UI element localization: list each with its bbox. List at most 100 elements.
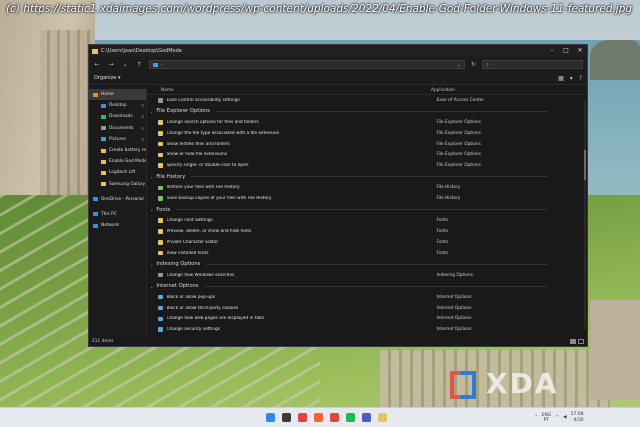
- help-icon[interactable]: ?: [579, 75, 582, 82]
- list-item[interactable]: View installed fonts Fonts: [147, 248, 577, 259]
- list-item[interactable]: Specify single- or double-click to open F…: [147, 160, 577, 171]
- list-item[interactable]: Change the file type associated with a f…: [147, 128, 577, 139]
- document-icon: [101, 126, 106, 131]
- nav-item-pictures[interactable]: Pictures ⚲: [89, 134, 146, 145]
- setting-icon: [158, 185, 163, 191]
- back-button[interactable]: ←: [93, 61, 101, 68]
- list-item[interactable]: Change Font Settings Fonts: [147, 215, 577, 226]
- up-button[interactable]: ↑: [135, 61, 143, 68]
- item-name: Ease Control accessibility settings: [166, 97, 240, 103]
- wifi-icon[interactable]: ◠: [555, 415, 559, 420]
- chevron-down-icon[interactable]: ⌄: [150, 174, 153, 179]
- store-icon[interactable]: [330, 413, 339, 422]
- scrollbar-thumb[interactable]: [584, 150, 586, 180]
- nav-item-documents[interactable]: Documents ⚲: [89, 123, 146, 134]
- list-item[interactable]: Block or allow pop-ups Internet Options: [147, 292, 577, 303]
- group-title: File Explorer Options: [156, 108, 210, 115]
- forward-button[interactable]: →: [107, 61, 115, 68]
- item-name: Show or hide file extensions: [166, 152, 227, 158]
- list-item[interactable]: Private Character Editor Fonts: [147, 237, 577, 248]
- nav-item-downloads[interactable]: Downloads ⚲: [89, 111, 146, 122]
- vivaldi-icon[interactable]: [298, 413, 307, 422]
- item-name: Change how Windows searches: [166, 272, 235, 278]
- close-button[interactable]: ✕: [573, 45, 587, 57]
- brave-icon[interactable]: [314, 413, 323, 422]
- chevron-down-icon[interactable]: ⌄: [457, 62, 461, 68]
- view-options-icon[interactable]: ▦: [558, 75, 564, 82]
- list-item[interactable]: Change how web pages are displayed in ta…: [147, 313, 577, 324]
- teams-icon[interactable]: [362, 413, 371, 422]
- search-input[interactable]: ⌕: [482, 60, 583, 69]
- group-divider: [191, 176, 547, 178]
- chevron-down-icon[interactable]: ⌄: [150, 284, 153, 289]
- recent-dropdown-button[interactable]: ⌄: [121, 61, 129, 68]
- list-item[interactable]: Ease Control accessibility settings Ease …: [147, 95, 577, 106]
- item-name: Change search options for files and fold…: [166, 119, 259, 125]
- column-name-header[interactable]: Name: [161, 88, 431, 93]
- nav-item-label: Pictures: [109, 136, 127, 142]
- group-divider: [215, 110, 547, 112]
- nav-item-network[interactable]: Network: [89, 220, 146, 231]
- item-application: Fonts: [436, 228, 449, 234]
- nav-item-samsung-galaxy-c[interactable]: Samsung Galaxy C: [89, 179, 146, 190]
- watermark-url: (c) https://static1.xdaimages.com/wordpr…: [6, 3, 633, 15]
- refresh-button[interactable]: ↻: [471, 61, 476, 68]
- item-application: File Explorer Options: [436, 119, 481, 125]
- brand-logo: XDA: [450, 367, 570, 400]
- list-item[interactable]: Show hidden files and folders File Explor…: [147, 139, 577, 150]
- clock[interactable]: 17:08 4/30: [571, 412, 584, 423]
- list-item[interactable]: Preview, delete, or show and hide fonts F…: [147, 226, 577, 237]
- nav-item-home[interactable]: Home: [89, 89, 146, 101]
- item-application: Fonts: [436, 239, 449, 245]
- title-bar[interactable]: C:\Users\joao\Desktop\GodMode – □ ✕: [89, 45, 587, 57]
- minimize-button[interactable]: –: [545, 45, 559, 57]
- group-header[interactable]: ⌄ Internet Options: [147, 281, 577, 292]
- list-item[interactable]: Change how Windows searches Indexing Opti…: [147, 270, 577, 281]
- volume-icon[interactable]: ◀: [563, 415, 566, 420]
- vertical-scrollbar[interactable]: [584, 100, 586, 330]
- column-application-header[interactable]: Application: [431, 88, 455, 93]
- list-item[interactable]: Change security settings Internet Options: [147, 324, 577, 335]
- group-header[interactable]: ⌄ File Explorer Options: [147, 106, 577, 117]
- list-item[interactable]: Save backup copies of your files with Fi…: [147, 193, 577, 204]
- chevron-down-icon[interactable]: ⌄: [150, 262, 153, 267]
- list-item[interactable]: Show or hide file extensions File Explore…: [147, 149, 577, 160]
- list-item[interactable]: Restore your files with File History File…: [147, 182, 577, 193]
- folder-icon: [92, 48, 98, 54]
- search-icon: ⌕: [486, 61, 489, 68]
- nav-item-label: OneDrive - Personal: [101, 196, 144, 202]
- tiles-view-button[interactable]: [578, 339, 584, 344]
- list-item[interactable]: Block or allow third-party cookies Intern…: [147, 303, 577, 314]
- nav-item-this-pc[interactable]: This PC: [89, 209, 146, 220]
- nav-item-desktop[interactable]: Desktop ⚲: [89, 100, 146, 111]
- search-icon[interactable]: [282, 413, 291, 422]
- view-dropdown-icon[interactable]: ▾: [570, 75, 573, 82]
- setting-icon: [158, 294, 163, 300]
- chevron-down-icon[interactable]: ⌄: [150, 207, 153, 212]
- address-bar[interactable]: › ⌄: [149, 60, 465, 69]
- start-icon[interactable]: [266, 413, 275, 422]
- pin-icon: ⚲: [141, 114, 144, 120]
- details-view-button[interactable]: [570, 339, 576, 344]
- setting-icon: [158, 196, 163, 201]
- organize-button[interactable]: Organize ▾: [94, 75, 121, 81]
- spotify-icon[interactable]: [346, 413, 355, 422]
- group-header[interactable]: ⌄ File History: [147, 171, 577, 182]
- navigation-bar: ← → ⌄ ↑ › ⌄ ↻ ⌕: [89, 57, 587, 72]
- explorer-icon[interactable]: [378, 413, 387, 422]
- download-icon: [101, 114, 106, 119]
- nav-item-enable-god-mode[interactable]: Enable God Mode: [89, 156, 146, 167]
- chevron-down-icon[interactable]: ⌄: [150, 109, 153, 114]
- item-application: Internet Options: [436, 316, 472, 322]
- maximize-button[interactable]: □: [559, 45, 573, 57]
- list-item[interactable]: Change search options for files and fold…: [147, 117, 577, 128]
- nav-item-create-battery-repo[interactable]: Create battery repo: [89, 145, 146, 156]
- input-language[interactable]: ENG PT: [542, 413, 552, 423]
- nav-item-logitech-lift[interactable]: Logitech Lift: [89, 167, 146, 178]
- address-chevron-icon: ›: [161, 61, 163, 68]
- nav-item-onedrive-personal[interactable]: OneDrive - Personal: [89, 194, 146, 205]
- chevron-up-icon[interactable]: ˄: [535, 415, 538, 421]
- group-header[interactable]: ⌄ Fonts: [147, 204, 577, 215]
- group-header[interactable]: ⌄ Indexing Options: [147, 258, 577, 269]
- nav-item-label: This PC: [101, 211, 117, 217]
